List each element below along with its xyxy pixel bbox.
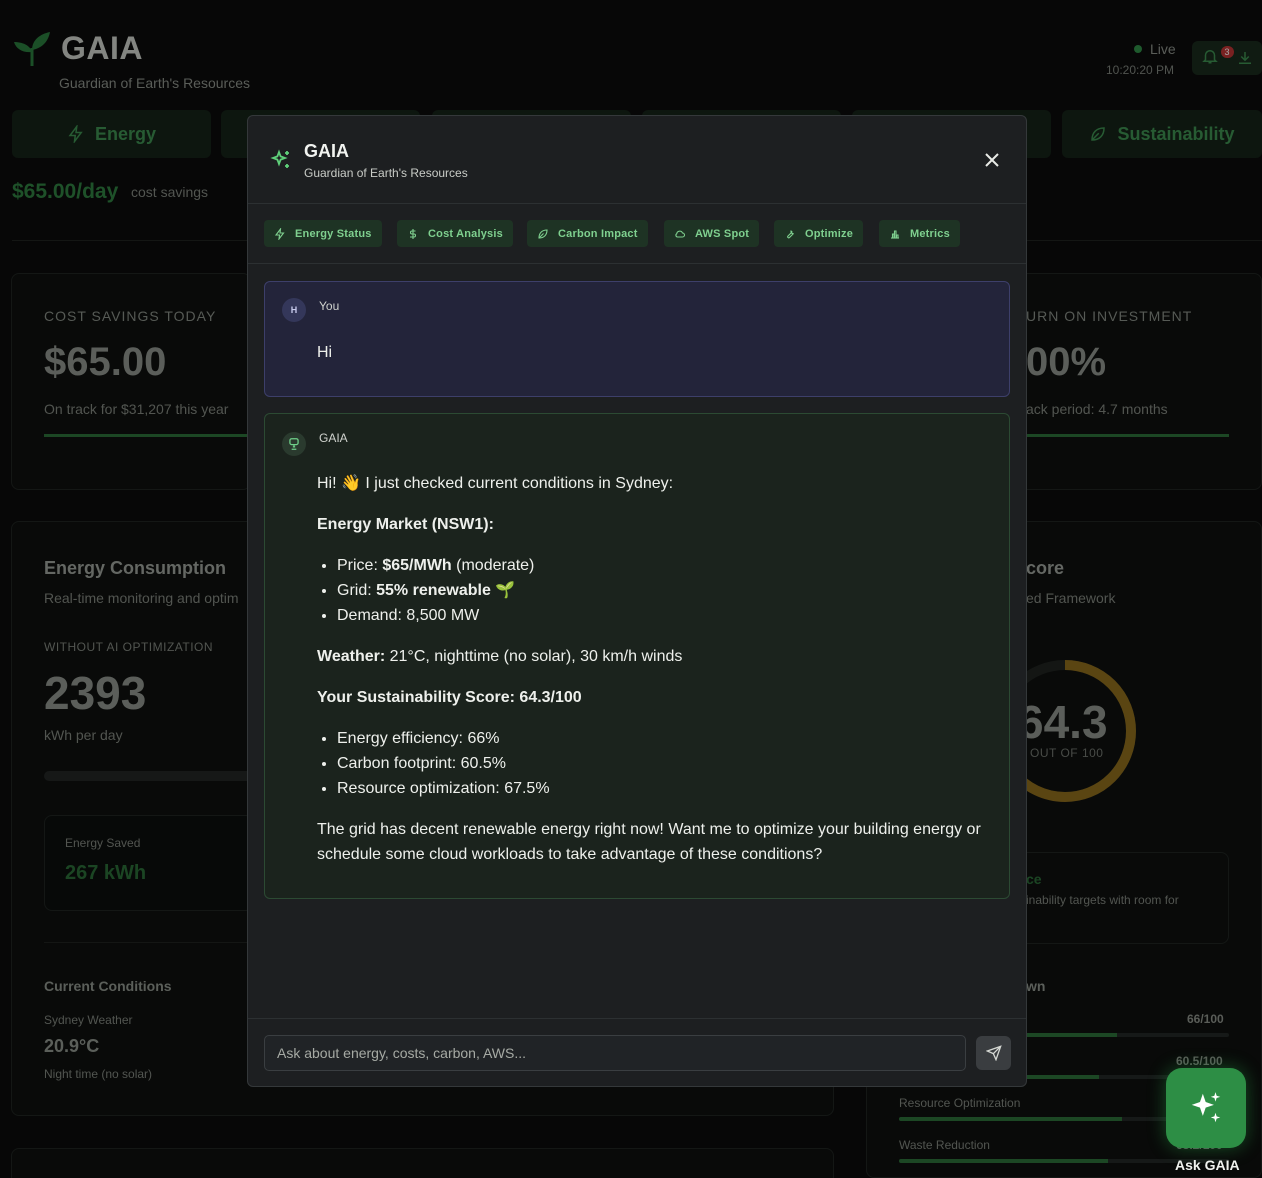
chart-icon bbox=[891, 229, 899, 239]
assistant-message: GAIA Hi! 👋 I just checked current condit… bbox=[264, 413, 1010, 899]
sparkles-icon bbox=[270, 149, 289, 168]
message-body: Hi! 👋 I just checked current conditions … bbox=[317, 471, 997, 867]
close-button[interactable] bbox=[980, 148, 1004, 172]
ask-gaia-button[interactable] bbox=[1166, 1068, 1246, 1148]
chip-label: Energy Status bbox=[295, 227, 372, 240]
close-icon bbox=[985, 153, 999, 167]
dialog-header: GAIA Guardian of Earth's Resources bbox=[248, 116, 1026, 204]
cloud-icon bbox=[675, 230, 686, 238]
list-item: Demand: 8,500 MW bbox=[337, 603, 997, 628]
bot-greeting: Hi! 👋 I just checked current conditions … bbox=[317, 475, 674, 492]
message-sender: You bbox=[319, 299, 340, 313]
chip-label: Metrics bbox=[910, 227, 950, 240]
bolt-icon bbox=[274, 227, 285, 240]
chip-aws-spot[interactable]: AWS Spot bbox=[664, 220, 760, 247]
chip-optimize[interactable]: Optimize bbox=[774, 220, 864, 247]
dialog-footer bbox=[248, 1018, 1026, 1086]
list-item: Resource optimization: 67.5% bbox=[337, 776, 997, 801]
leaf-icon bbox=[538, 228, 548, 239]
robot-icon bbox=[289, 438, 299, 450]
dialog-subtitle: Guardian of Earth's Resources bbox=[304, 166, 468, 180]
score-list: Energy efficiency: 66% Carbon footprint:… bbox=[337, 726, 997, 801]
chip-label: Optimize bbox=[805, 227, 854, 240]
chip-cost-analysis[interactable]: Cost Analysis bbox=[397, 220, 513, 247]
sparkles-icon bbox=[1191, 1092, 1221, 1123]
message-sender: GAIA bbox=[319, 431, 348, 445]
list-item: Energy efficiency: 66% bbox=[337, 726, 997, 751]
market-list: Price: $65/MWh (moderate) Grid: 55% rene… bbox=[337, 553, 997, 628]
chip-carbon-impact[interactable]: Carbon Impact bbox=[527, 220, 648, 247]
gaia-chat-dialog: GAIA Guardian of Earth's Resources Energ… bbox=[247, 115, 1027, 1087]
bot-closing: The grid has decent renewable energy rig… bbox=[317, 821, 981, 863]
send-icon bbox=[985, 1045, 1002, 1061]
chip-metrics[interactable]: Metrics bbox=[879, 220, 960, 247]
bot-avatar bbox=[282, 432, 306, 456]
dollar-icon bbox=[410, 228, 416, 239]
wrench-icon bbox=[787, 229, 794, 238]
chip-label: Cost Analysis bbox=[428, 227, 503, 240]
user-avatar: H bbox=[282, 298, 306, 322]
user-message: H You Hi bbox=[264, 281, 1010, 397]
send-button[interactable] bbox=[976, 1036, 1011, 1070]
list-item: Carbon footprint: 60.5% bbox=[337, 751, 997, 776]
message-text: Hi bbox=[317, 344, 333, 361]
weather-line: Weather: 21°C, nighttime (no solar), 30 … bbox=[317, 648, 683, 665]
chip-label: Carbon Impact bbox=[558, 227, 638, 240]
ask-gaia-label: Ask GAIA bbox=[1175, 1157, 1240, 1173]
market-heading: Energy Market (NSW1): bbox=[317, 516, 494, 533]
quick-actions: Energy Status Cost Analysis Carbon Impac… bbox=[248, 204, 1026, 264]
list-item: Price: $65/MWh (moderate) bbox=[337, 553, 997, 578]
dialog-title: GAIA bbox=[304, 141, 349, 161]
chat-input[interactable] bbox=[264, 1035, 966, 1071]
list-item: Grid: 55% renewable 🌱 bbox=[337, 578, 997, 603]
score-heading: Your Sustainability Score: 64.3/100 bbox=[317, 689, 582, 706]
chip-energy-status[interactable]: Energy Status bbox=[264, 220, 382, 247]
chip-label: AWS Spot bbox=[695, 227, 750, 240]
